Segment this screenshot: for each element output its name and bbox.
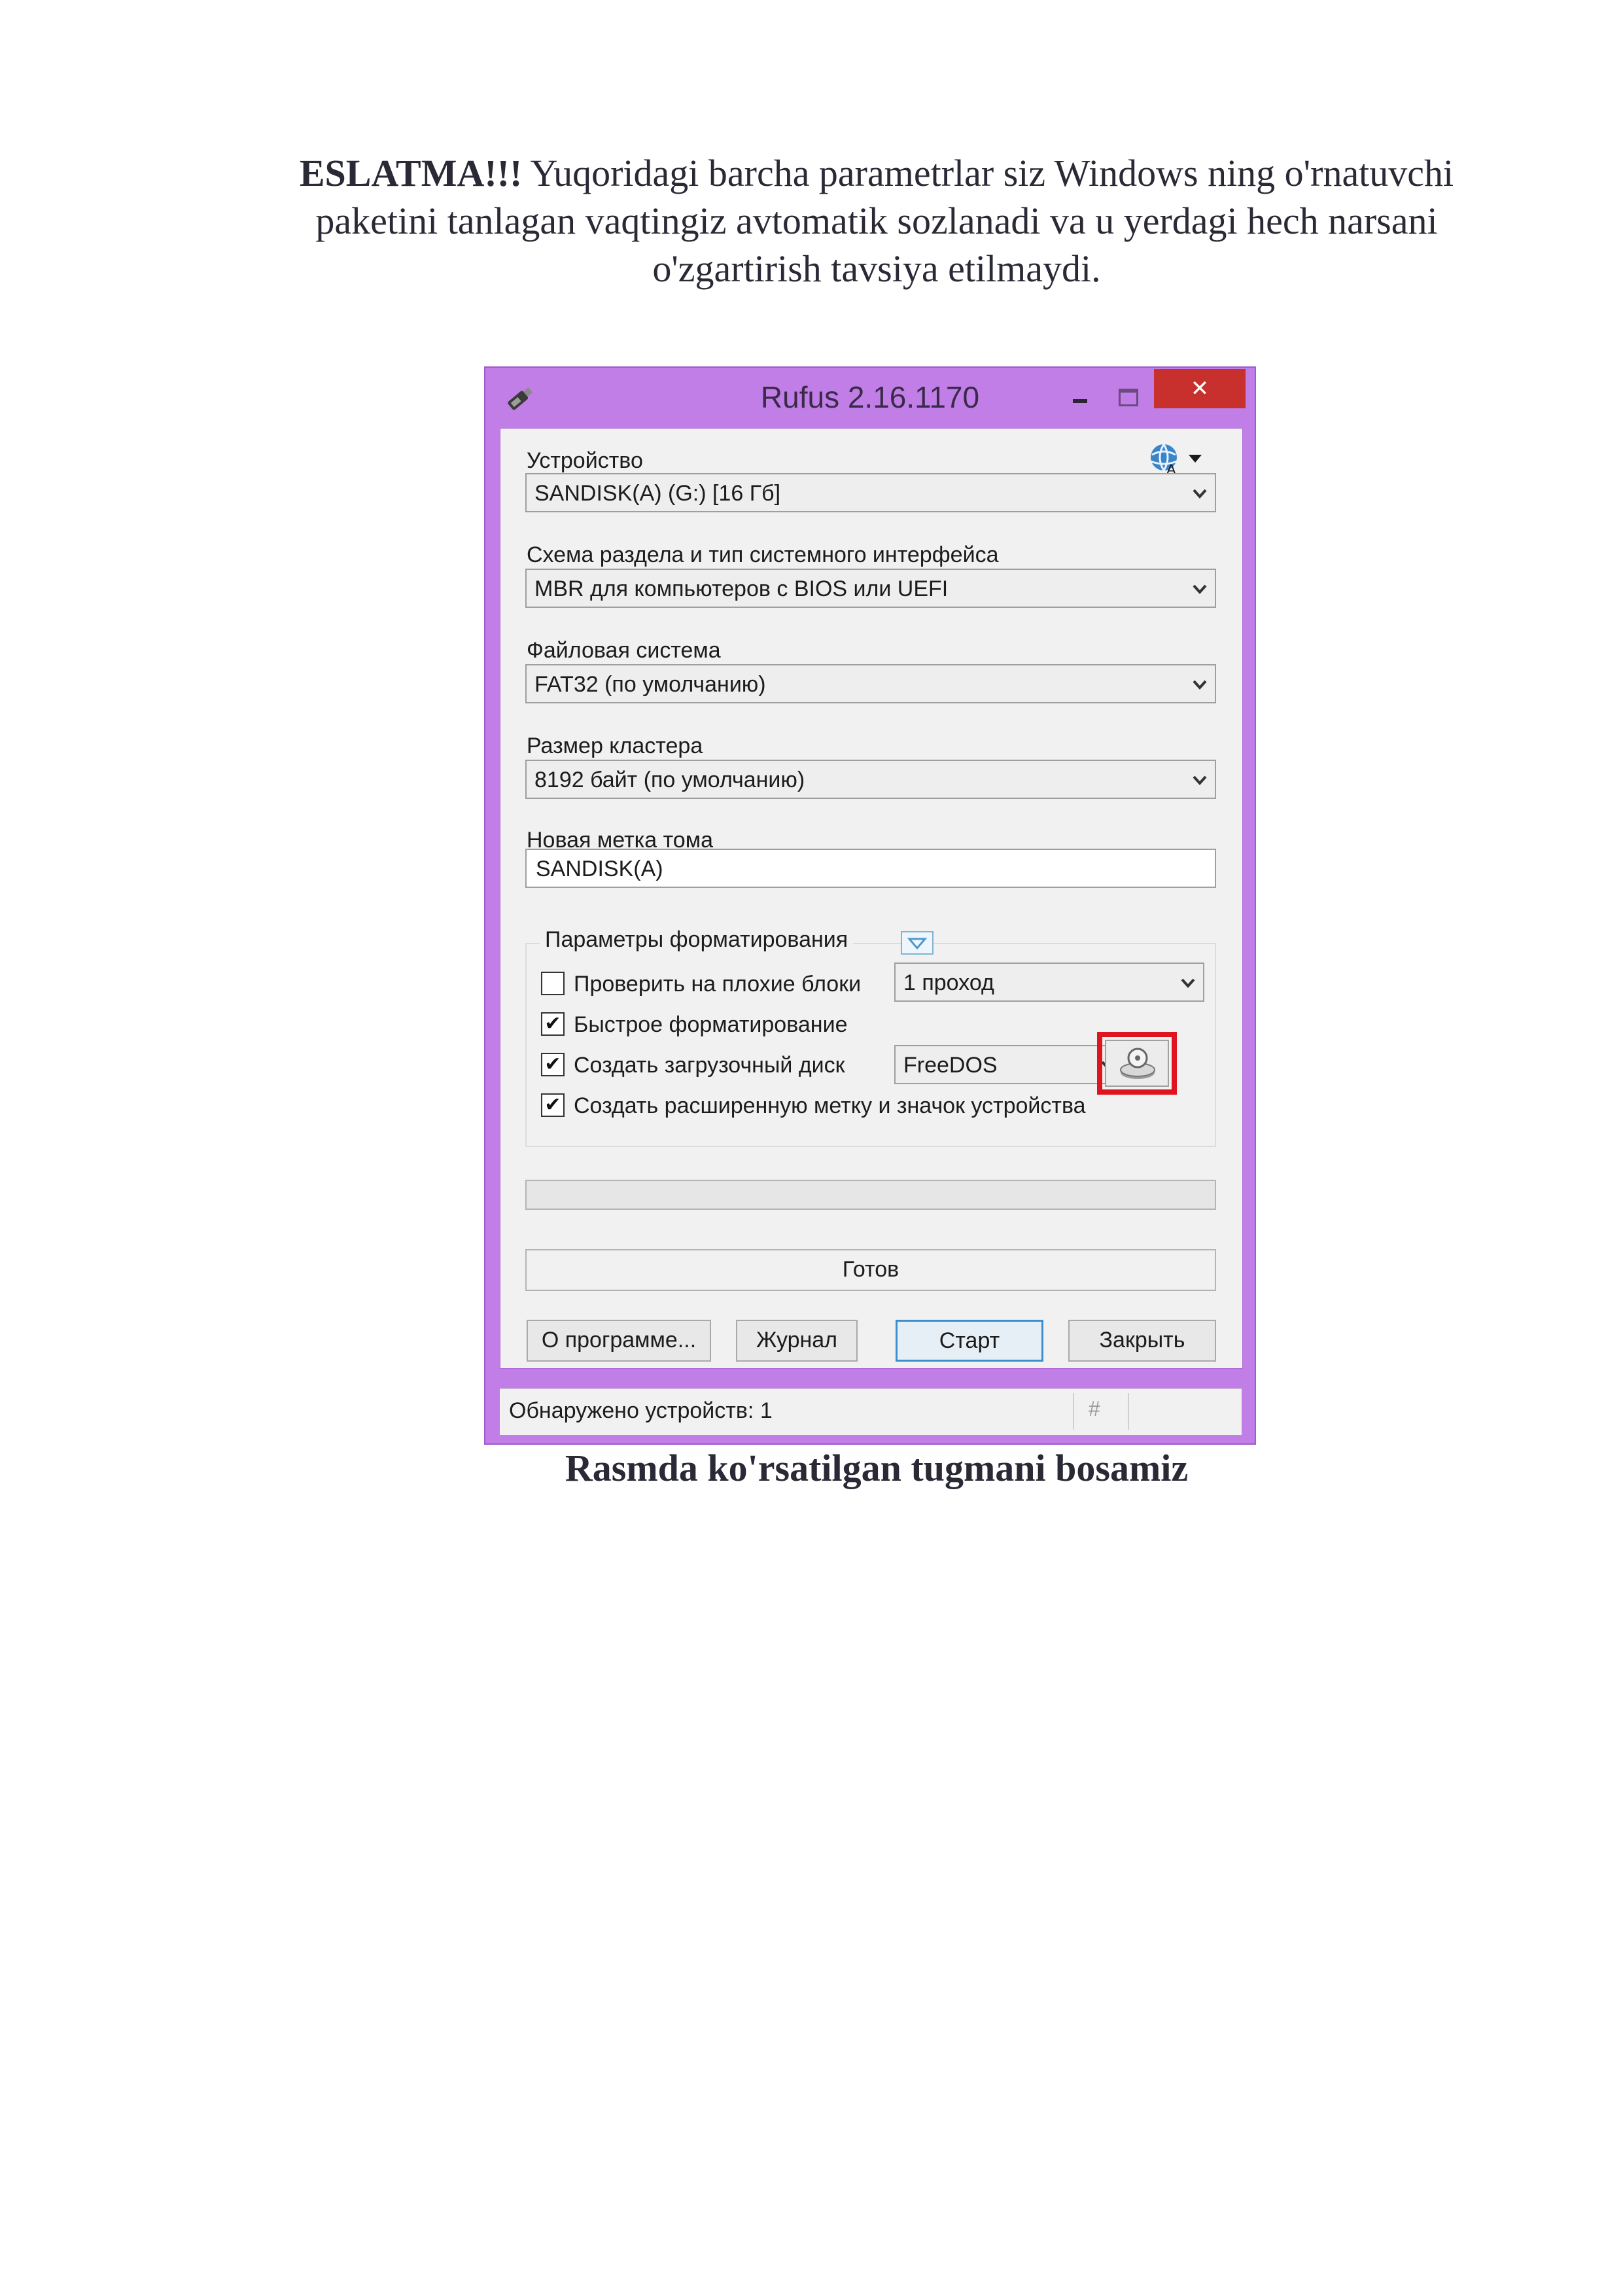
device-select[interactable]: SANDISK(A) (G:) [16 Гб]: [525, 473, 1216, 512]
rufus-window: Rufus 2.16.1170 ✕ Устройство A SANDISK(A…: [484, 366, 1256, 1445]
highlight-box: [1097, 1032, 1177, 1095]
cluster-size-label: Размер кластера: [527, 733, 703, 758]
cluster-size-select[interactable]: 8192 байт (по умолчанию): [525, 760, 1216, 799]
status-bar: Обнаружено устройств: 1 #: [500, 1388, 1242, 1435]
extended-label-label: Создать расширенную метку и значок устро…: [574, 1093, 1086, 1118]
bootable-checkbox[interactable]: ✔: [541, 1053, 565, 1076]
minimize-button[interactable]: [1061, 385, 1098, 411]
bad-blocks-label: Проверить на плохие блоки: [574, 972, 862, 997]
passes-select[interactable]: 1 проход: [894, 963, 1204, 1002]
format-options-title: Параметры форматирования: [540, 927, 854, 953]
partition-scheme-label: Схема раздела и тип системного интерфейс…: [527, 542, 999, 567]
close-button[interactable]: Закрыть: [1068, 1320, 1216, 1362]
bootable-label: Создать загрузочный диск: [574, 1053, 845, 1078]
start-button[interactable]: Старт: [896, 1320, 1043, 1362]
note-line-3: o'zgartirish tavsiya etilmaydi.: [652, 247, 1101, 290]
note-lead: ESLATMA!!!: [299, 152, 523, 194]
boot-type-value: FreeDOS: [903, 1053, 998, 1078]
progress-bar: [525, 1180, 1216, 1210]
chevron-down-icon: [1193, 584, 1207, 594]
devices-found-text: Обнаружено устройств: 1: [509, 1398, 773, 1423]
partition-scheme-select[interactable]: MBR для компьютеров с BIOS или UEFI: [525, 569, 1216, 608]
chevron-down-icon: [1193, 775, 1207, 785]
boot-type-select[interactable]: FreeDOS: [894, 1045, 1125, 1084]
note-line-2: paketini tanlagan vaqtingiz avtomatik so…: [315, 200, 1438, 242]
status-text: Готов: [525, 1249, 1216, 1291]
status-separator: [1073, 1393, 1074, 1430]
title-bar[interactable]: Rufus 2.16.1170 ✕: [485, 368, 1255, 428]
volume-label-input[interactable]: SANDISK(A): [525, 849, 1216, 888]
bad-blocks-checkbox[interactable]: [541, 972, 565, 995]
chevron-down-icon: [1181, 978, 1195, 988]
window-client-area: Устройство A SANDISK(A) (G:) [16 Гб] Схе…: [500, 428, 1243, 1369]
device-value: SANDISK(A) (G:) [16 Гб]: [534, 481, 781, 506]
cluster-size-value: 8192 байт (по умолчанию): [534, 768, 805, 792]
status-separator: [1128, 1393, 1129, 1430]
triangle-down-icon: [907, 938, 927, 950]
quick-format-label: Быстрое форматирование: [574, 1012, 848, 1037]
expand-options-button[interactable]: [901, 931, 934, 955]
caption: Rasmda ko'rsatilgan tugmani bosamiz: [565, 1447, 1189, 1489]
extended-label-checkbox[interactable]: ✔: [541, 1093, 565, 1117]
log-button[interactable]: Журнал: [736, 1320, 858, 1362]
hash-icon[interactable]: #: [1089, 1397, 1100, 1421]
file-system-select[interactable]: FAT32 (по умолчанию): [525, 664, 1216, 703]
partition-scheme-value: MBR для компьютеров с BIOS или UEFI: [534, 576, 949, 601]
passes-value: 1 проход: [903, 970, 994, 995]
chevron-down-icon: [1193, 680, 1207, 690]
chevron-down-icon: [1193, 489, 1207, 499]
quick-format-checkbox[interactable]: ✔: [541, 1012, 565, 1036]
note-paragraph: ESLATMA!!! Yuqoridagi barcha parametrlar…: [249, 149, 1505, 292]
file-system-label: Файловая система: [527, 638, 721, 663]
volume-label-value: SANDISK(A): [536, 857, 663, 881]
about-button[interactable]: О программе...: [527, 1320, 711, 1362]
file-system-value: FAT32 (по умолчанию): [534, 672, 766, 697]
device-label: Устройство: [527, 448, 643, 473]
close-window-button[interactable]: ✕: [1154, 369, 1246, 408]
maximize-button[interactable]: [1107, 381, 1143, 410]
note-line-1: Yuqoridagi barcha parametrlar siz Window…: [522, 152, 1454, 194]
